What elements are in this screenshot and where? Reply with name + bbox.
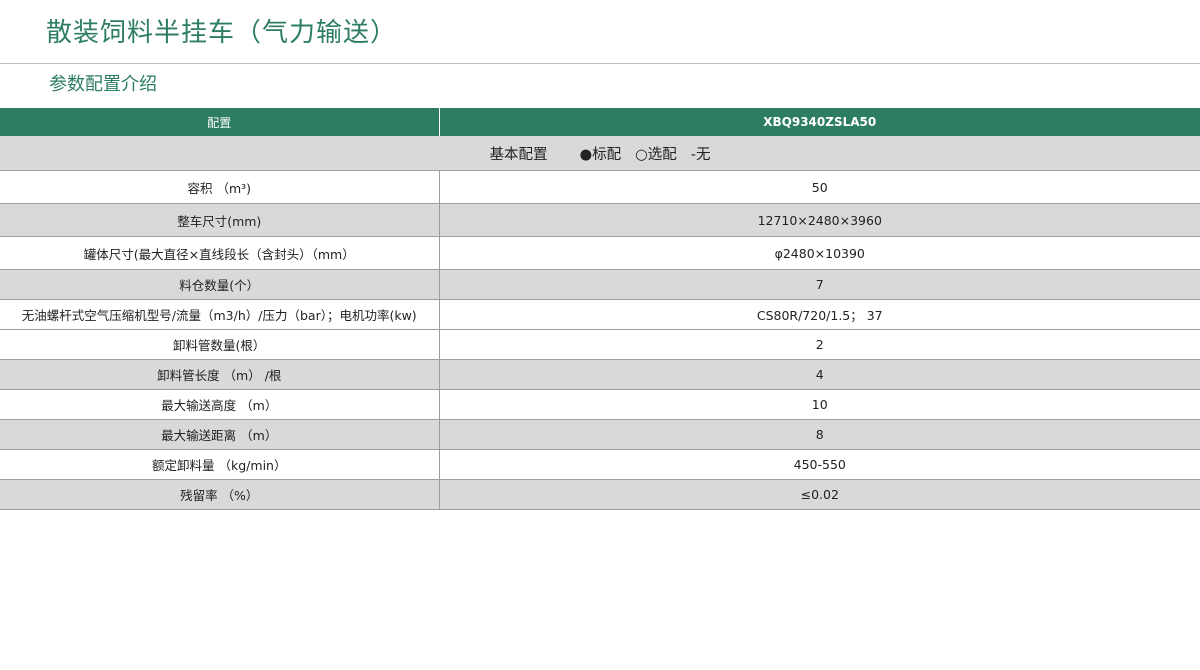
param-name: 卸料管长度 （m） /根 xyxy=(0,359,440,390)
table-row: 容积 （m³) 50 xyxy=(0,170,1200,204)
table-row: 整车尺寸(mm) 12710×2480×3960 xyxy=(0,203,1200,237)
param-name: 最大输送距离 （m） xyxy=(0,419,440,450)
param-name: 容积 （m³) xyxy=(0,170,440,204)
param-value: ≤0.02 xyxy=(439,479,1200,510)
title-divider xyxy=(0,63,1200,64)
param-value: 12710×2480×3960 xyxy=(439,203,1200,237)
param-value: 450-550 xyxy=(439,449,1200,480)
table-row: 卸料管数量(根） 2 xyxy=(0,329,1200,360)
group-label: 基本配置 xyxy=(489,146,548,163)
table-row: 无油螺杆式空气压缩机型号/流量（m3/h）/压力（bar）；电机功率(kw) C… xyxy=(0,299,1200,330)
param-name: 残留率 （%） xyxy=(0,479,440,510)
legend-optional: ○选配 xyxy=(635,146,677,163)
section-subtitle: 参数配置介绍 xyxy=(49,74,157,95)
table-row: 罐体尺寸(最大直径×直线段长（含封头）（mm） φ2480×10390 xyxy=(0,236,1200,270)
param-value: CS80R/720/1.5； 37 xyxy=(439,299,1200,330)
table-row: 最大输送距离 （m） 8 xyxy=(0,419,1200,450)
param-name: 卸料管数量(根） xyxy=(0,329,440,360)
legend-none: -无 xyxy=(690,146,711,163)
table-row: 料仓数量(个） 7 xyxy=(0,269,1200,300)
param-value: 50 xyxy=(439,170,1200,204)
param-name: 整车尺寸(mm) xyxy=(0,203,440,237)
param-value: 10 xyxy=(439,389,1200,420)
group-cell: 基本配置 ●标配 ○选配 -无 xyxy=(0,136,1200,171)
column-header-config: 配置 xyxy=(0,108,440,136)
table-row: 额定卸料量 （kg/min） 450-550 xyxy=(0,449,1200,480)
param-value: 7 xyxy=(439,269,1200,300)
table-row: 最大输送高度 （m） 10 xyxy=(0,389,1200,420)
spec-table: 配置 XBQ9340ZSLA50 基本配置 ●标配 ○选配 -无 容积 （m³) 50… xyxy=(0,108,1200,510)
page-title: 散装饲料半挂车（气力输送） xyxy=(46,18,398,48)
table-row: 残留率 （%） ≤0.02 xyxy=(0,479,1200,510)
group-row: 基本配置 ●标配 ○选配 -无 xyxy=(0,136,1200,171)
param-value: φ2480×10390 xyxy=(439,236,1200,270)
param-value: 8 xyxy=(439,419,1200,450)
param-value: 4 xyxy=(439,359,1200,390)
param-name: 料仓数量(个） xyxy=(0,269,440,300)
table-row: 卸料管长度 （m） /根 4 xyxy=(0,359,1200,390)
param-value: 2 xyxy=(439,329,1200,360)
param-name: 最大输送高度 （m） xyxy=(0,389,440,420)
param-name: 额定卸料量 （kg/min） xyxy=(0,449,440,480)
column-header-model: XBQ9340ZSLA50 xyxy=(439,108,1200,136)
param-name: 罐体尺寸(最大直径×直线段长（含封头）（mm） xyxy=(0,236,440,270)
legend-standard: ●标配 xyxy=(579,146,622,163)
table-header-row: 配置 XBQ9340ZSLA50 xyxy=(0,108,1200,136)
param-name: 无油螺杆式空气压缩机型号/流量（m3/h）/压力（bar）；电机功率(kw) xyxy=(0,299,440,330)
